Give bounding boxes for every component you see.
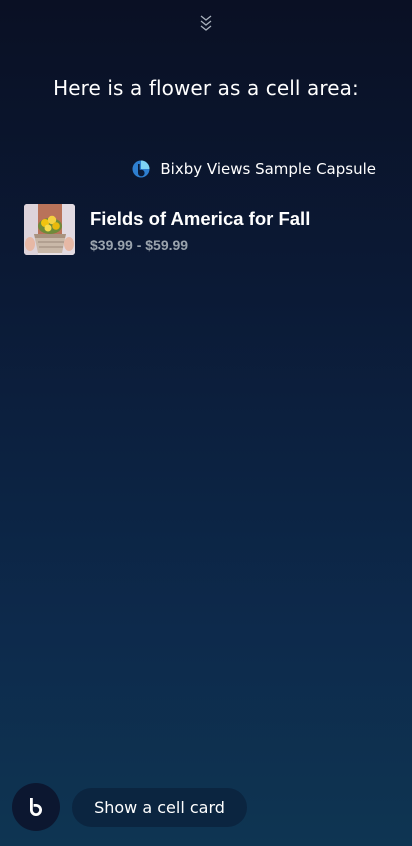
utterance-chip[interactable]: Show a cell card [72, 788, 247, 827]
capsule-attribution: Bixby Views Sample Capsule [132, 160, 376, 178]
response-headline: Here is a flower as a cell area: [53, 76, 359, 100]
bixby-result-screen: Here is a flower as a cell area: Bixby V… [0, 0, 412, 846]
flower-basket-image [24, 204, 75, 255]
bixby-logo-icon [132, 160, 150, 178]
cell-card[interactable]: Fields of America for Fall $39.99 - $59.… [24, 204, 388, 258]
double-chevron-down-icon[interactable] [196, 12, 216, 34]
bixby-button[interactable] [12, 783, 60, 831]
price-range: $39.99 - $59.99 [90, 237, 189, 253]
cell-text: Fields of America for Fall $39.99 - $59.… [90, 204, 310, 253]
capsule-name: Bixby Views Sample Capsule [160, 160, 376, 178]
utterance-text: Show a cell card [94, 798, 225, 817]
cell-title: Fields of America for Fall [90, 208, 311, 229]
bixby-icon [30, 798, 42, 816]
